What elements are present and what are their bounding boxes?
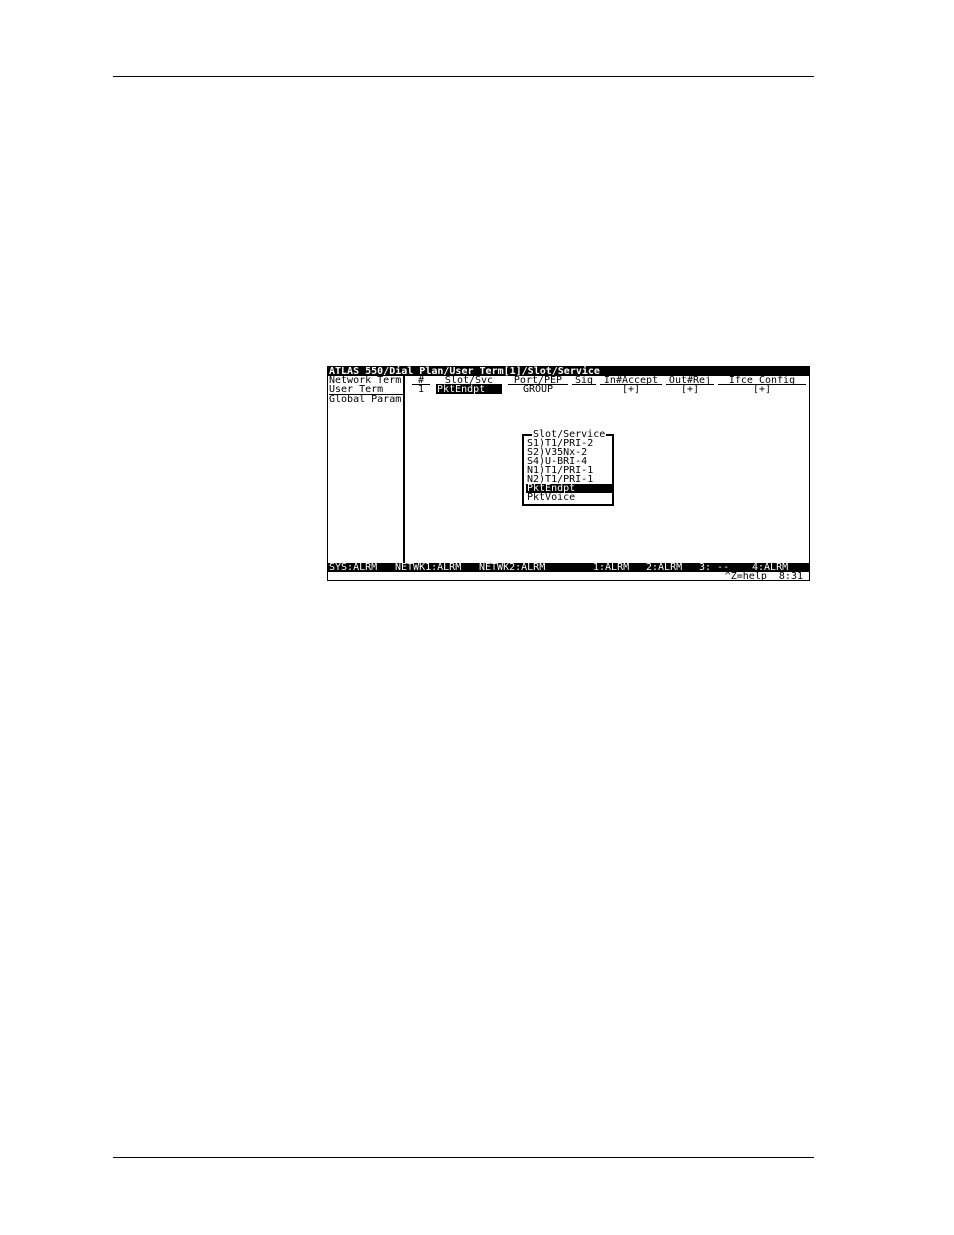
status-netwk2: NETWK2:ALRM bbox=[479, 562, 546, 573]
menu-divider bbox=[403, 376, 405, 563]
status-port-1: 1:ALRM bbox=[593, 562, 630, 573]
status-port-2: 2:ALRM bbox=[646, 562, 683, 573]
status-netwk1: NETWK1:ALRM bbox=[395, 562, 462, 573]
left-menu: Network Term User Term Global Param bbox=[329, 376, 403, 405]
popup-option-list: S1)T1/PRI-2 S2)V35Nx-2 S4)U-BRI-4 N1)T1/… bbox=[526, 439, 612, 503]
row-number: 1 bbox=[417, 384, 425, 395]
ifce-config-field[interactable]: [+] bbox=[718, 385, 806, 395]
column-header-sig: Sig bbox=[572, 376, 596, 386]
page-footer-rule bbox=[113, 1157, 814, 1158]
port-pep-field[interactable]: GROUP bbox=[508, 385, 568, 395]
help-hint: ^Z=help 8:31 bbox=[724, 571, 803, 582]
terminal-screen: ATLAS 550/Dial Plan/User Term[1]/Slot/Se… bbox=[327, 366, 810, 582]
out-rej-field[interactable]: [+] bbox=[666, 385, 714, 395]
sig-field[interactable] bbox=[572, 385, 596, 394]
slot-service-popup: Slot/Service S1)T1/PRI-2 S2)V35Nx-2 S4)U… bbox=[522, 430, 614, 506]
slot-svc-field[interactable]: PktEndpt bbox=[436, 385, 502, 395]
page-header-rule bbox=[113, 76, 814, 77]
menu-item-global-param[interactable]: Global Param bbox=[329, 395, 403, 405]
popup-option[interactable]: PktVoice bbox=[526, 493, 612, 503]
in-accept-field[interactable]: [+] bbox=[600, 385, 662, 395]
status-sys: SYS:ALRM bbox=[329, 562, 378, 573]
